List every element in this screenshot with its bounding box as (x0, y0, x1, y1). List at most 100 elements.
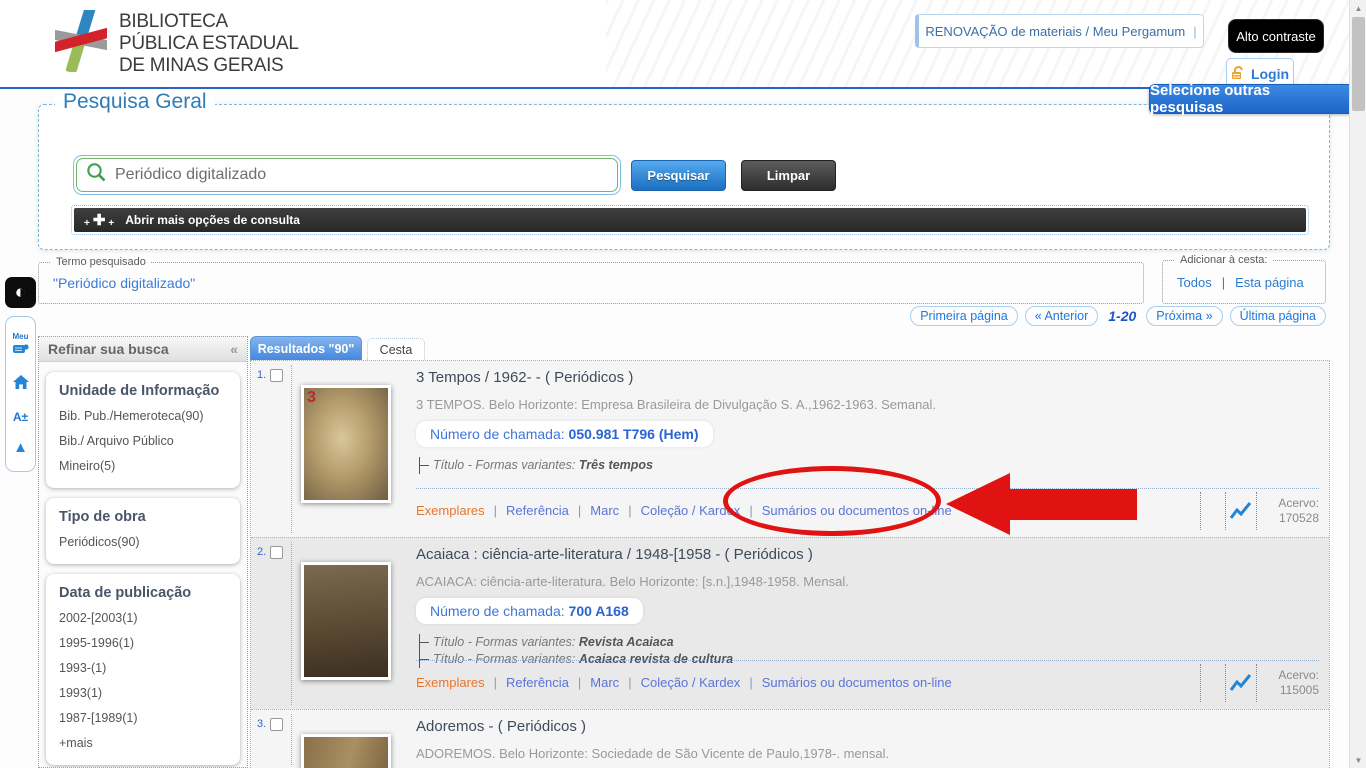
scroll-top-button[interactable]: ▲ (13, 439, 28, 456)
call-number-label: Número de chamada: (430, 603, 565, 619)
font-size-button[interactable]: A± (13, 410, 28, 424)
acervo-value: 170528 (1279, 511, 1319, 525)
divider (1200, 664, 1201, 702)
red-arrow-annotation (946, 473, 1010, 535)
result-title-link[interactable]: Acaiaca : ciência-arte-literatura / 1948… (416, 546, 1319, 563)
padlock-icon (1231, 66, 1246, 83)
refine-sidebar: Refinar sua busca « Unidade de Informaçã… (38, 336, 248, 768)
refine-group-title: Data de publicação (59, 585, 227, 601)
variant-label: Título - Formas variantes: (433, 458, 575, 472)
next-page-button[interactable]: Próxima » (1146, 306, 1222, 326)
scrollbar-thumb[interactable] (1352, 17, 1365, 111)
vertical-scrollbar: ▲ ▼ (1349, 0, 1366, 768)
marc-link[interactable]: Marc (590, 503, 619, 518)
basket-all-link[interactable]: Todos (1177, 275, 1212, 290)
result-checkbox[interactable] (270, 369, 283, 382)
collapse-icon[interactable]: « (230, 341, 238, 357)
tab-cesta[interactable]: Cesta (367, 338, 425, 360)
divider (1200, 492, 1201, 530)
searched-term-value: "Periódico digitalizado" (53, 275, 195, 291)
statistics-chart-icon[interactable] (1226, 673, 1256, 693)
home-button[interactable] (12, 374, 30, 395)
result-description: 3 TEMPOS. Belo Horizonte: Empresa Brasil… (416, 397, 1319, 412)
refine-filter-link[interactable]: 1995-1996(1) (59, 631, 227, 656)
basket-page-link[interactable]: Esta página (1235, 275, 1304, 290)
renovacao-link[interactable]: RENOVAÇÃO de materiais / Meu Pergamum | (915, 14, 1204, 48)
refine-more-link[interactable]: +mais (59, 731, 227, 756)
clear-button[interactable]: Limpar (741, 160, 836, 191)
search-input-box (73, 155, 621, 195)
result-cover-image[interactable] (301, 734, 391, 768)
search-panel: Pesquisa Geral Pesquisar Limpar + ✚ (38, 104, 1330, 250)
divider (291, 714, 292, 765)
tab-cesta-label: Cesta (380, 343, 413, 357)
result-actions-bar: Exemplares | Referência | Marc | Coleção… (416, 660, 1319, 704)
refine-filter-link[interactable]: Bib./ Arquivo Público Mineiro(5) (59, 429, 227, 479)
statistics-chart-icon[interactable] (1226, 501, 1256, 521)
result-checkbox[interactable] (270, 718, 283, 731)
font-size-label: A± (13, 410, 28, 424)
result-checkbox[interactable] (270, 546, 283, 559)
refine-filter-link[interactable]: Bib. Pub./Hemeroteca(90) (59, 404, 227, 429)
page-range: 1-20 (1105, 308, 1139, 324)
search-panel-title: Pesquisa Geral (55, 90, 215, 114)
refine-filter-link[interactable]: 1993(1) (59, 681, 227, 706)
home-icon (12, 374, 30, 395)
acervo-id: Acervo: 115005 (1257, 668, 1319, 698)
pipe-separator: | (628, 503, 631, 518)
library-logo-icon (55, 10, 107, 77)
result-title-link[interactable]: 3 Tempos / 1962- - ( Periódicos ) (416, 369, 1319, 386)
search-icon (86, 162, 107, 188)
refine-filter-link[interactable]: 1993-(1) (59, 656, 227, 681)
plus-icon: ✚ (93, 211, 106, 229)
more-options-bar[interactable]: + ✚ + Abrir mais opções de consulta (71, 205, 1309, 235)
call-number-box: Número de chamada: 700 A168 (416, 598, 643, 624)
referencia-link[interactable]: Referência (506, 675, 569, 690)
clear-button-label: Limpar (767, 168, 810, 183)
result-title-link[interactable]: Adoremos - ( Periódicos ) (416, 718, 1319, 735)
refine-group-unidade: Unidade de Informação Bib. Pub./Hemerote… (46, 372, 240, 488)
colecao-kardex-link[interactable]: Coleção / Kardex (641, 675, 741, 690)
marc-link[interactable]: Marc (590, 675, 619, 690)
pipe-separator: | (1222, 275, 1225, 290)
contrast-toggle-button[interactable]: ◐ (5, 277, 36, 308)
library-logo[interactable]: BIBLIOTECA PÚBLICA ESTADUAL DE MINAS GER… (55, 10, 299, 77)
scrollbar-up-arrow[interactable]: ▲ (1350, 0, 1366, 16)
plus-icon: + (84, 218, 90, 229)
refine-filter-link[interactable]: 2002-[2003(1) (59, 606, 227, 631)
alto-contraste-button[interactable]: Alto contraste (1228, 19, 1324, 53)
exemplares-link[interactable]: Exemplares (416, 675, 485, 690)
search-button[interactable]: Pesquisar (631, 160, 726, 191)
call-number-value: 700 A168 (569, 603, 629, 619)
sumarios-online-link[interactable]: Sumários ou documentos on-line (762, 675, 952, 690)
scrollbar-down-arrow[interactable]: ▼ (1350, 752, 1366, 768)
last-page-button[interactable]: Última página (1230, 306, 1326, 326)
refine-filter-link[interactable]: Periódicos(90) (59, 530, 227, 555)
divider (291, 542, 292, 705)
first-page-button[interactable]: Primeira página (910, 306, 1018, 326)
referencia-link[interactable]: Referência (506, 503, 569, 518)
refine-title: Refinar sua busca (48, 341, 169, 357)
exemplares-link[interactable]: Exemplares (416, 503, 485, 518)
variant-value: Revista Acaiaca (579, 635, 674, 649)
call-number-box: Número de chamada: 050.981 T796 (Hem) (416, 421, 713, 447)
result-row: 2. Acaiaca : ciência-arte-literatura / 1… (251, 537, 1329, 709)
meu-pergamum-button[interactable]: Meu (13, 332, 29, 359)
prev-page-button[interactable]: « Anterior (1025, 306, 1099, 326)
result-cover-image[interactable] (301, 385, 391, 503)
tab-resultados[interactable]: Resultados "90" (250, 336, 362, 360)
refine-header: Refinar sua busca « (39, 337, 247, 362)
result-number: 2. (257, 546, 266, 558)
meu-label: Meu (13, 332, 29, 341)
search-input[interactable] (115, 166, 617, 184)
add-to-basket-box: Adicionar à cesta: Todos | Esta página (1162, 260, 1326, 304)
result-cover-image[interactable] (301, 562, 391, 680)
refine-group-data: Data de publicação 2002-[2003(1) 1995-19… (46, 574, 240, 765)
select-other-searches-button[interactable]: Selecione outras pesquisas ▼ (1149, 84, 1365, 114)
pergamum-catalog-page: BIBLIOTECA PÚBLICA ESTADUAL DE MINAS GER… (0, 0, 1366, 768)
pipe-separator: | (749, 675, 752, 690)
accessibility-toolbar: Meu A± ▲ (5, 316, 36, 472)
refine-filter-link[interactable]: 1987-[1989(1) (59, 706, 227, 731)
search-button-label: Pesquisar (647, 168, 709, 183)
result-description: ACAIACA: ciência-arte-literatura. Belo H… (416, 574, 1319, 589)
